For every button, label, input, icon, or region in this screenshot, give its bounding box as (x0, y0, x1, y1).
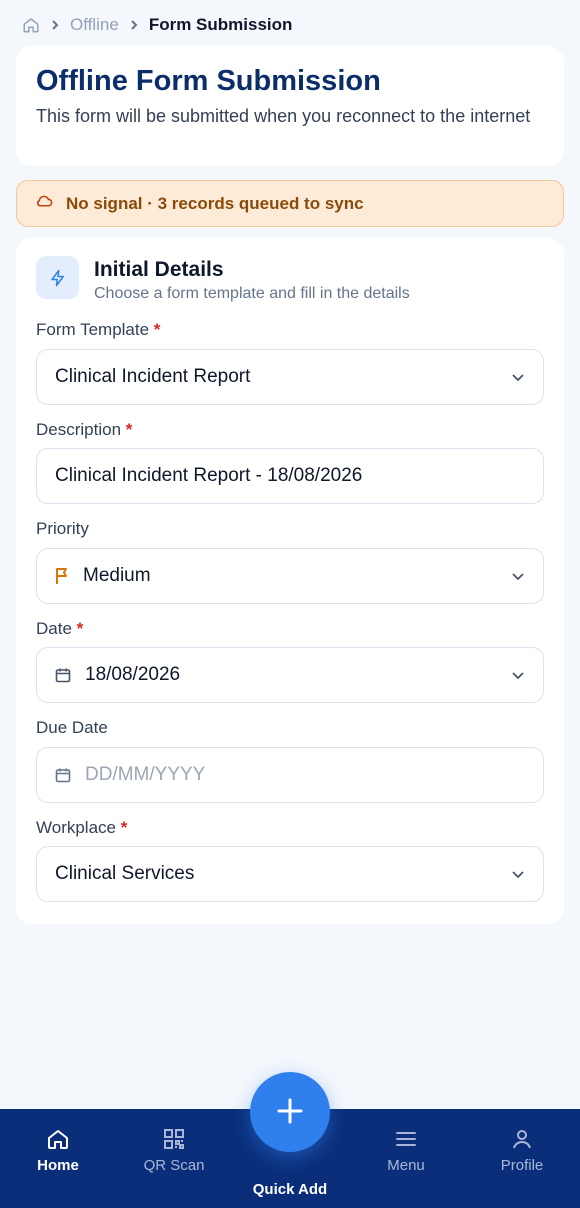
section-title: Initial Details (94, 258, 224, 281)
nav-profile-label: Profile (500, 1157, 544, 1174)
due-date-label: Due Date (36, 718, 108, 738)
form-template-value: Clinical Incident Report (55, 366, 251, 387)
calendar-icon (55, 767, 71, 783)
chevron-down-icon (511, 870, 525, 879)
workplace-label-text: Workplace (36, 818, 116, 837)
plus-icon (276, 1097, 304, 1128)
header-card: Offline Form Submission This form will b… (16, 46, 564, 166)
quick-add-label: Quick Add (252, 1181, 328, 1198)
chevron-down-icon (511, 671, 525, 680)
required-marker: * (120, 818, 128, 837)
chevron-right-icon (50, 19, 60, 31)
qr-code-icon (162, 1127, 186, 1151)
breadcrumb-current: Form Submission (148, 15, 293, 34)
nav-qr-scan[interactable]: QR Scan (124, 1127, 224, 1174)
nav-profile[interactable]: Profile (472, 1127, 572, 1174)
home-icon (46, 1127, 70, 1151)
description-input[interactable]: Clinical Incident Report - 18/08/2026 (36, 448, 544, 504)
alert-text: No signal · 3 records queued to sync (66, 193, 364, 213)
workplace-select[interactable]: Clinical Services (36, 846, 544, 902)
section-header: Initial Details Choose a form template a… (36, 256, 410, 304)
nav-home-label: Home (37, 1157, 79, 1174)
nav-menu[interactable]: Menu (356, 1127, 456, 1174)
description-value: Clinical Incident Report - 18/08/2026 (55, 465, 363, 486)
nav-menu-label: Menu (387, 1157, 425, 1174)
form-template-label: Form Template * (36, 320, 160, 340)
due-date-placeholder: DD/MM/YYYY (85, 764, 206, 785)
cloud-off-icon (35, 193, 54, 214)
menu-icon (394, 1127, 418, 1151)
user-icon (510, 1127, 534, 1151)
calendar-icon (55, 667, 71, 683)
form-card: Initial Details Choose a form template a… (16, 238, 564, 924)
description-label: Description * (36, 420, 132, 440)
nav-qr-label: QR Scan (143, 1157, 205, 1174)
chevron-down-icon (511, 373, 525, 382)
section-subtitle: Choose a form template and fill in the d… (94, 285, 410, 302)
offline-alert: No signal · 3 records queued to sync (16, 180, 564, 227)
due-date-picker[interactable]: DD/MM/YYYY (36, 747, 544, 803)
priority-label: Priority (36, 519, 89, 539)
breadcrumb-parent[interactable]: Offline (70, 15, 119, 35)
date-label: Date * (36, 619, 83, 639)
lightning-icon (36, 256, 79, 299)
form-template-label-text: Form Template (36, 320, 150, 339)
date-label-text: Date (36, 619, 72, 638)
breadcrumb: Offline Form Submission (22, 14, 292, 36)
home-icon[interactable] (22, 16, 40, 34)
due-date-label-text: Due Date (36, 718, 108, 737)
priority-select[interactable]: Medium (36, 548, 544, 604)
page-title: Offline Form Submission (36, 65, 381, 97)
chevron-right-icon (129, 19, 139, 31)
description-label-text: Description (36, 420, 122, 439)
form-template-select[interactable]: Clinical Incident Report (36, 349, 544, 405)
workplace-label: Workplace * (36, 818, 127, 838)
flag-icon (55, 567, 69, 585)
required-marker: * (125, 420, 133, 439)
required-marker: * (76, 619, 84, 638)
priority-value: Medium (83, 565, 151, 586)
chevron-down-icon (511, 572, 525, 581)
required-marker: * (153, 320, 161, 339)
page-subtitle: This form will be submitted when you rec… (36, 106, 531, 126)
date-picker[interactable]: 18/08/2026 (36, 647, 544, 703)
nav-home[interactable]: Home (8, 1127, 108, 1174)
date-value: 18/08/2026 (85, 664, 181, 685)
priority-label-text: Priority (36, 519, 89, 538)
workplace-value: Clinical Services (55, 863, 195, 884)
quick-add-button[interactable] (250, 1072, 330, 1152)
